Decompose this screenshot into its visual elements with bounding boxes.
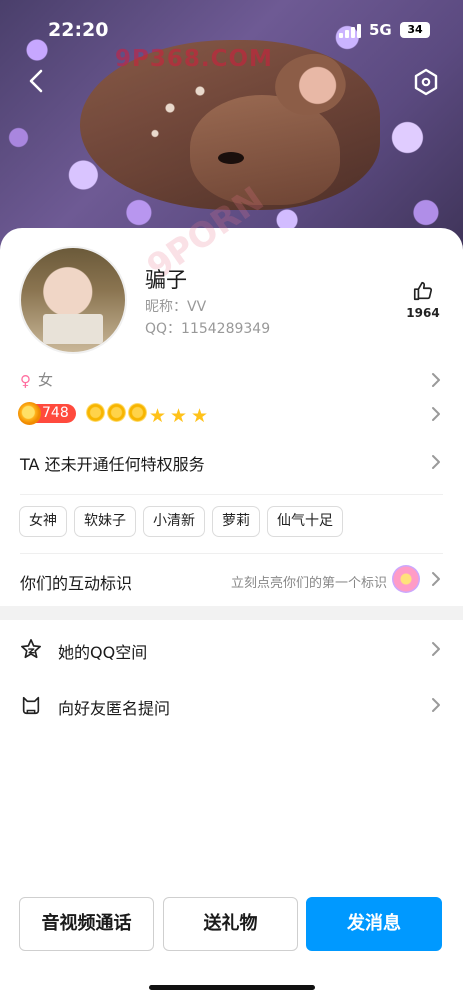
interaction-label: 你们的互动标识 bbox=[20, 574, 133, 593]
chevron-right-icon bbox=[432, 698, 440, 712]
star-icon: ★ bbox=[191, 405, 209, 427]
battery-icon: 34 bbox=[400, 22, 430, 38]
divider bbox=[20, 494, 443, 495]
sun-icon bbox=[86, 403, 105, 422]
cover-deer-eye bbox=[218, 152, 244, 164]
gender-label: 女 bbox=[38, 371, 54, 389]
cat-mask-icon bbox=[22, 696, 40, 715]
level-coin-icon bbox=[18, 402, 41, 425]
chevron-right-icon bbox=[432, 373, 440, 387]
tag-item[interactable]: 仙气十足 bbox=[267, 506, 343, 537]
female-icon: ♀ bbox=[20, 372, 31, 390]
avatar[interactable] bbox=[19, 246, 127, 354]
menu-label-anonymous-question: 向好友匿名提问 bbox=[58, 699, 171, 718]
thumbs-up-icon bbox=[413, 281, 433, 301]
profile-name: 骗子 bbox=[145, 268, 187, 292]
sun-icon bbox=[107, 403, 126, 422]
tag-list: 女神 软妹子 小清新 萝莉 仙气十足 bbox=[19, 506, 350, 537]
tag-item[interactable]: 小清新 bbox=[143, 506, 205, 537]
star-icon: ★ bbox=[149, 405, 167, 427]
star-icon: ★ bbox=[170, 405, 188, 427]
send-gift-button[interactable]: 送礼物 bbox=[163, 897, 298, 951]
menu-label-qzone: 她的QQ空间 bbox=[58, 643, 148, 662]
divider bbox=[20, 553, 443, 554]
back-arrow-icon[interactable] bbox=[22, 66, 52, 96]
level-icons: ★ ★ ★ bbox=[86, 403, 212, 427]
profile-qq-number: QQ：1154289349 bbox=[145, 321, 271, 337]
tag-item[interactable]: 女神 bbox=[19, 506, 67, 537]
chevron-right-icon bbox=[432, 407, 440, 421]
send-message-button[interactable]: 发消息 bbox=[306, 897, 442, 951]
like-button[interactable]: 1964 bbox=[403, 280, 443, 320]
chevron-right-icon bbox=[432, 572, 440, 586]
status-bar: 22:20 5G 34 bbox=[0, 0, 463, 60]
video-call-button[interactable]: 音视频通话 bbox=[19, 897, 154, 951]
chevron-right-icon bbox=[432, 642, 440, 656]
star-outline-icon bbox=[21, 639, 41, 659]
privilege-text: TA 还未开通任何特权服务 bbox=[20, 455, 205, 474]
status-time: 22:20 bbox=[48, 19, 109, 41]
like-count: 1964 bbox=[406, 306, 440, 320]
profile-nickname: 昵称：VV bbox=[145, 299, 207, 315]
section-gap bbox=[0, 606, 463, 620]
avatar-book-shape bbox=[43, 314, 103, 344]
gender-row[interactable] bbox=[0, 360, 463, 398]
home-indicator[interactable] bbox=[149, 985, 315, 990]
chevron-right-icon bbox=[432, 455, 440, 469]
tag-item[interactable]: 软妹子 bbox=[74, 506, 136, 537]
flower-badge-icon bbox=[392, 565, 420, 593]
sun-icon bbox=[128, 403, 147, 422]
signal-icon bbox=[339, 24, 361, 38]
interaction-hint: 立刻点亮你们的第一个标识 bbox=[230, 576, 387, 591]
tag-item[interactable]: 萝莉 bbox=[212, 506, 260, 537]
hexagon-settings-icon[interactable] bbox=[410, 66, 442, 98]
network-type: 5G bbox=[369, 21, 392, 39]
